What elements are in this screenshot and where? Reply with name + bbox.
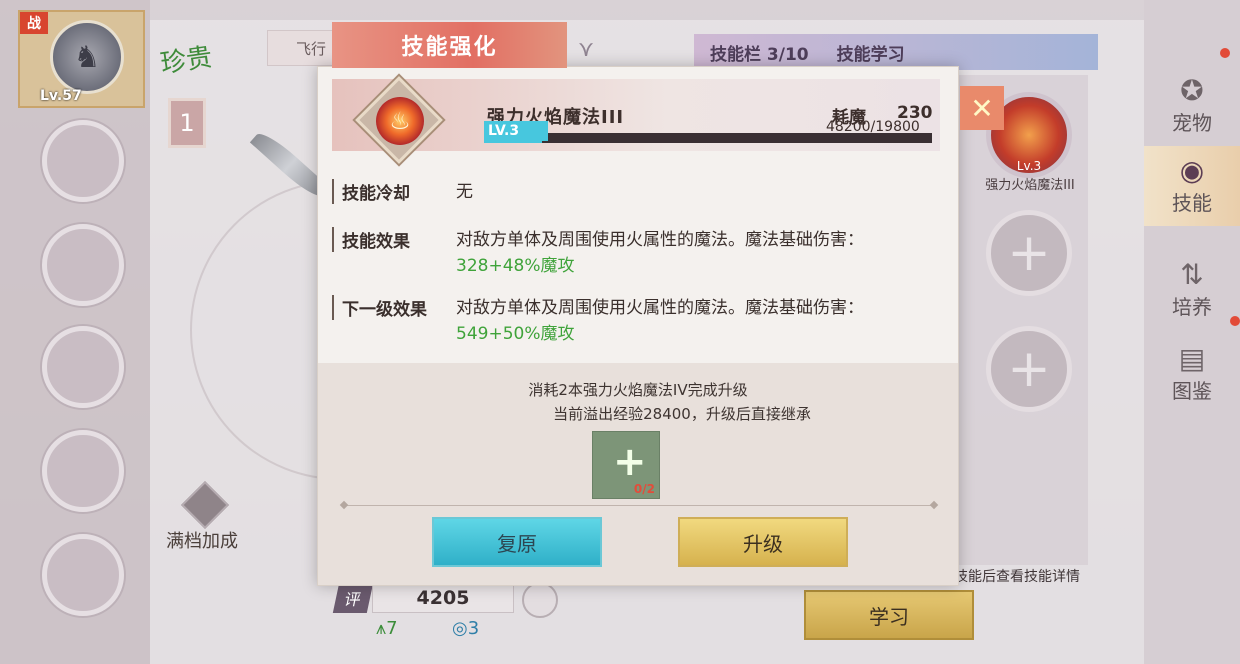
chat-up-icon: ⇅ (1180, 257, 1204, 291)
pet-slot-empty[interactable] (42, 430, 124, 512)
pet-level: Lv.57 (40, 88, 82, 104)
upgrade-button[interactable]: 升级 (678, 517, 848, 567)
skill-header: ♨ 强力火焰魔法III 耗魔 230 48200/19800 LV.3 (332, 76, 940, 164)
nav-item-skill[interactable]: ◉ 技能 (1144, 146, 1240, 226)
pet-slot-empty[interactable] (42, 224, 124, 306)
exp-bar (484, 133, 932, 143)
close-icon[interactable]: ✕ (960, 86, 1004, 130)
plus-icon: + (613, 439, 647, 485)
slot-skill-level: Lv.3 (1016, 159, 1042, 173)
consume-text: 消耗2本强力火焰魔法IV完成升级 (528, 381, 748, 399)
tab-fly[interactable]: 飞行 (267, 30, 337, 66)
dialog-title: 技能强化 (332, 22, 567, 68)
nav-label: 培养 (1172, 294, 1212, 319)
rating-value: 4205 (372, 583, 514, 613)
add-skill-slot[interactable]: + (986, 210, 1072, 296)
pet-slot-empty[interactable] (42, 120, 124, 202)
nav-label: 图鉴 (1172, 378, 1212, 403)
rarity-label: 珍贵 (158, 42, 215, 80)
rarity-number: 1 (168, 98, 206, 148)
pet-slot-empty[interactable] (42, 326, 124, 408)
plus-icon: + (1007, 339, 1051, 399)
book-icon: ▤ (1178, 341, 1206, 375)
pet-slot-empty[interactable] (42, 534, 124, 616)
info-label: 技能效果 (332, 227, 442, 252)
info-value: 对敌方单体及周围使用火属性的魔法。魔法基础伤害： 328+48%魔攻 (456, 227, 926, 279)
nav-item-pet[interactable]: ✪ 宠物 (1144, 66, 1240, 146)
info-label: 技能冷却 (332, 179, 442, 204)
swirl-icon: ◉ (1179, 153, 1205, 187)
effect-formula: 328+48%魔攻 (456, 256, 575, 276)
nav-item-codex[interactable]: ▤ 图鉴 (1144, 334, 1240, 414)
pet-card-active[interactable]: 战 ♞ Lv.57 (18, 10, 145, 108)
side-nav: ✪ 宠物 ◉ 技能 ⇅ 培养 ▤ 图鉴 (1144, 0, 1240, 664)
notification-dot (1220, 48, 1230, 58)
level-badge: LV.3 (484, 121, 548, 141)
info-value: 对敌方单体及周围使用火属性的魔法。魔法基础伤害： 549+50%魔攻 (456, 295, 926, 347)
arrow-icon: ⩚ (376, 618, 387, 639)
book-count: 0/2 (633, 482, 655, 496)
fire-icon: ♨ (376, 97, 424, 145)
skill-upgrade-dialog: ♨ 强力火焰魔法III 耗魔 230 48200/19800 LV.3 技能冷却… (317, 66, 959, 586)
stat-blue: ◎3 (452, 618, 480, 639)
skill-bar-tabs: 技能栏 3/10 技能学习 (694, 34, 1098, 70)
chevron-down-icon: ⋎ (577, 36, 595, 62)
full-bonus-icon[interactable] (178, 480, 232, 530)
upgrade-section: 消耗2本强力火焰魔法IV完成升级 当前溢出经验28400，升级后直接继承 + 0… (318, 363, 958, 585)
stat-green: ⩚7 (376, 618, 398, 639)
skill-book-slot[interactable]: + 0/2 (592, 431, 660, 499)
overflow-exp-text: 当前溢出经验28400，升级后直接继承 (553, 405, 811, 423)
paw-icon: ✪ (1180, 73, 1204, 107)
nav-label: 宠物 (1172, 110, 1212, 135)
reset-button[interactable]: 复原 (432, 517, 602, 567)
rating-icon: 评 (332, 583, 374, 613)
info-value: 无 (456, 182, 473, 202)
boar-icon: ♞ (50, 20, 124, 94)
notification-dot (1230, 316, 1240, 326)
nav-item-train[interactable]: ⇅ 培养 (1144, 250, 1240, 330)
swirl-icon: ◎ (452, 618, 468, 639)
tab-skill-learn[interactable]: 技能学习 (837, 40, 905, 65)
next-effect-formula: 549+50%魔攻 (456, 324, 575, 344)
add-skill-slot[interactable]: + (986, 326, 1072, 412)
skill-slots-count: 技能栏 3/10 (710, 44, 809, 65)
battle-badge: 战 (20, 12, 48, 34)
divider (344, 505, 934, 506)
plus-icon: + (1007, 223, 1051, 283)
full-bonus-label: 满档加成 (166, 531, 238, 552)
learn-button[interactable]: 学习 (804, 590, 974, 640)
info-label: 下一级效果 (332, 295, 442, 320)
slot-skill-name: 强力火焰魔法III (985, 178, 1075, 193)
nav-label: 技能 (1172, 190, 1212, 215)
rating-badge-icon[interactable] (522, 582, 558, 618)
skill-hint: 技能后查看技能详情 (954, 569, 1080, 585)
